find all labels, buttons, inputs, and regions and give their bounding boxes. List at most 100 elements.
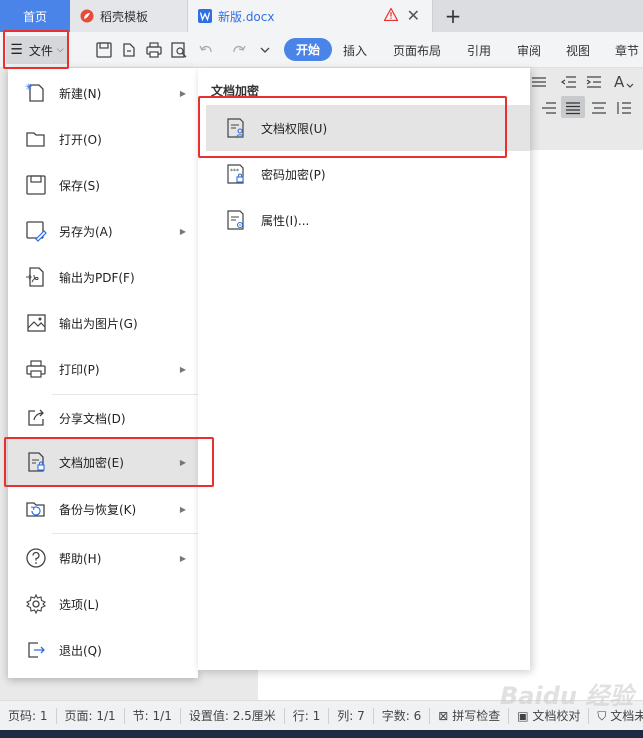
new-doc-icon: ✳ <box>25 83 44 102</box>
tab-document[interactable]: 新版.docx ✕ <box>188 0 433 32</box>
menu-item-exit-label: 退出(Q) <box>59 643 102 658</box>
align-right-icon[interactable] <box>540 100 558 116</box>
ribbon-tab-review[interactable]: 审阅 <box>517 42 541 59</box>
ribbon-tab-page-layout[interactable]: 页面布局 <box>393 42 441 59</box>
tab-template[interactable]: 稻壳模板 <box>70 0 188 32</box>
menu-item-export-image[interactable]: 输出为图片(G) <box>8 300 198 346</box>
menu-item-print-label: 打印(P) <box>59 362 100 377</box>
submenu-arrow-icon: ▶ <box>179 364 186 374</box>
redo-icon[interactable] <box>230 41 248 59</box>
menu-item-new-label: 新建(N) <box>59 86 102 101</box>
svg-text:***: *** <box>230 168 239 175</box>
menu-item-open-label: 打开(O) <box>59 132 102 147</box>
chevron-down-icon: ⌵ <box>56 45 64 55</box>
decrease-indent-icon[interactable] <box>560 74 578 90</box>
justify-icon[interactable] <box>564 100 582 116</box>
menu-item-export-pdf[interactable]: 输出为PDF(F) <box>8 254 198 300</box>
properties-icon <box>227 210 244 230</box>
submenu-item-password-encrypt-label: 密码加密(P) <box>261 167 326 182</box>
menu-item-print[interactable]: 打印(P) ▶ <box>8 346 198 392</box>
folder-open-icon <box>26 132 45 147</box>
submenu-arrow-icon: ▶ <box>179 226 186 236</box>
word-doc-icon <box>198 9 212 23</box>
status-section[interactable]: 节: 1/1 <box>125 707 181 724</box>
backup-icon <box>26 502 45 517</box>
close-tab-icon[interactable]: ✕ <box>407 6 420 25</box>
submenu-item-doc-permission[interactable]: 文档权限(U) <box>206 105 530 151</box>
menu-item-doc-encrypt[interactable]: 文档加密(E) ▶ <box>8 439 198 485</box>
menu-item-export-image-label: 输出为图片(G) <box>59 316 138 331</box>
tab-template-label: 稻壳模板 <box>100 9 149 24</box>
tab-home[interactable]: 首页 <box>0 0 70 32</box>
exit-icon <box>28 642 45 658</box>
save-icon[interactable] <box>95 41 113 59</box>
share-icon <box>28 409 44 426</box>
menu-item-open[interactable]: 打开(O) <box>8 116 198 162</box>
distributed-align-icon[interactable] <box>590 100 608 116</box>
menu-item-exit[interactable]: 退出(Q) <box>8 627 198 673</box>
menu-item-options[interactable]: 选项(L) <box>8 581 198 627</box>
menu-item-share[interactable]: 分享文档(D) <box>8 395 198 441</box>
image-export-icon <box>27 314 46 332</box>
export-icon[interactable] <box>120 41 138 59</box>
ribbon-tab-insert[interactable]: 插入 <box>343 42 367 59</box>
ribbon-tab-view[interactable]: 视图 <box>566 42 590 59</box>
line-spacing-icon[interactable] <box>615 100 633 116</box>
list-icon[interactable] <box>530 74 548 90</box>
submenu-arrow-icon: ▶ <box>179 457 186 467</box>
pdf-export-icon <box>26 267 44 287</box>
menu-item-backup[interactable]: 备份与恢复(K) ▶ <box>8 486 198 532</box>
menu-item-save-as-label: 另存为(A) <box>59 224 113 239</box>
os-taskbar <box>0 730 643 738</box>
doc-permission-icon <box>227 118 244 138</box>
print-icon[interactable] <box>145 41 163 59</box>
menu-item-save-as[interactable]: 另存为(A) ▶ <box>8 208 198 254</box>
file-menu-button[interactable]: ☰ 文件 ⌵ <box>6 36 68 64</box>
tab-document-label: 新版.docx <box>218 9 275 24</box>
undo-icon[interactable] <box>197 41 215 59</box>
submenu-item-properties[interactable]: 属性(I)... <box>206 197 530 243</box>
status-spellcheck-label: 拼写检查 <box>452 708 501 723</box>
menu-item-new[interactable]: ✳ 新建(N) ▶ <box>8 70 198 116</box>
svg-text:A: A <box>614 73 625 91</box>
menu-item-save-label: 保存(S) <box>59 178 100 193</box>
print-preview-icon[interactable] <box>170 41 188 59</box>
menu-item-help-label: 帮助(H) <box>59 551 102 566</box>
ribbon-tab-chapter[interactable]: 章节 <box>615 42 639 59</box>
status-setting-value[interactable]: 设置值: 2.5厘米 <box>181 707 285 724</box>
ribbon-tab-home[interactable]: 开始 <box>284 38 333 61</box>
doc-encrypt-icon <box>28 452 45 472</box>
submenu-item-password-encrypt[interactable]: *** 密码加密(P) <box>206 151 530 197</box>
submenu-item-properties-label: 属性(I)... <box>261 213 310 228</box>
menu-item-doc-encrypt-label: 文档加密(E) <box>59 455 124 470</box>
submenu-arrow-icon: ▶ <box>179 504 186 514</box>
menu-item-backup-label: 备份与恢复(K) <box>59 502 137 517</box>
menu-item-help[interactable]: 帮助(H) ▶ <box>8 535 198 581</box>
increase-indent-icon[interactable] <box>585 74 603 90</box>
menu-divider <box>52 533 198 534</box>
toolbar: ☰ 文件 ⌵ 开始 插入 页面布局 引用 审阅 视图 章节 <box>0 32 643 68</box>
file-menu: ✳ 新建(N) ▶ 打开(O) 保存(S) 另存为(A) ▶ 输出为PDF(F)… <box>8 68 198 678</box>
submenu-title: 文档加密 <box>211 84 260 98</box>
status-page-number[interactable]: 页码: 1 <box>0 707 57 724</box>
watermark: Baidu 经验 <box>500 682 634 710</box>
title-tab-bar: 首页 稻壳模板 新版.docx ✕ + <box>0 0 643 32</box>
quick-access-dropdown-icon[interactable] <box>256 41 274 59</box>
file-menu-label: 文件 <box>28 43 53 58</box>
password-encrypt-icon: *** <box>227 164 244 184</box>
svg-text:✳: ✳ <box>25 83 33 93</box>
menu-item-save[interactable]: 保存(S) <box>8 162 198 208</box>
printer-icon <box>26 360 46 378</box>
hamburger-icon: ☰ <box>10 42 23 58</box>
ribbon-tab-references[interactable]: 引用 <box>467 42 491 59</box>
status-spellcheck[interactable]: ⊠ 拼写检查 <box>430 707 510 724</box>
menu-item-share-label: 分享文档(D) <box>59 411 126 426</box>
submenu-item-doc-permission-label: 文档权限(U) <box>261 121 328 136</box>
status-line: 行: 1 <box>285 707 330 724</box>
status-pages[interactable]: 页面: 1/1 <box>57 707 125 724</box>
text-style-icon[interactable]: A <box>612 72 634 92</box>
status-word-count[interactable]: 字数: 6 <box>374 707 431 724</box>
docer-logo-icon <box>80 9 94 23</box>
submenu-arrow-icon: ▶ <box>179 88 186 98</box>
new-tab-button[interactable]: + <box>433 0 473 32</box>
